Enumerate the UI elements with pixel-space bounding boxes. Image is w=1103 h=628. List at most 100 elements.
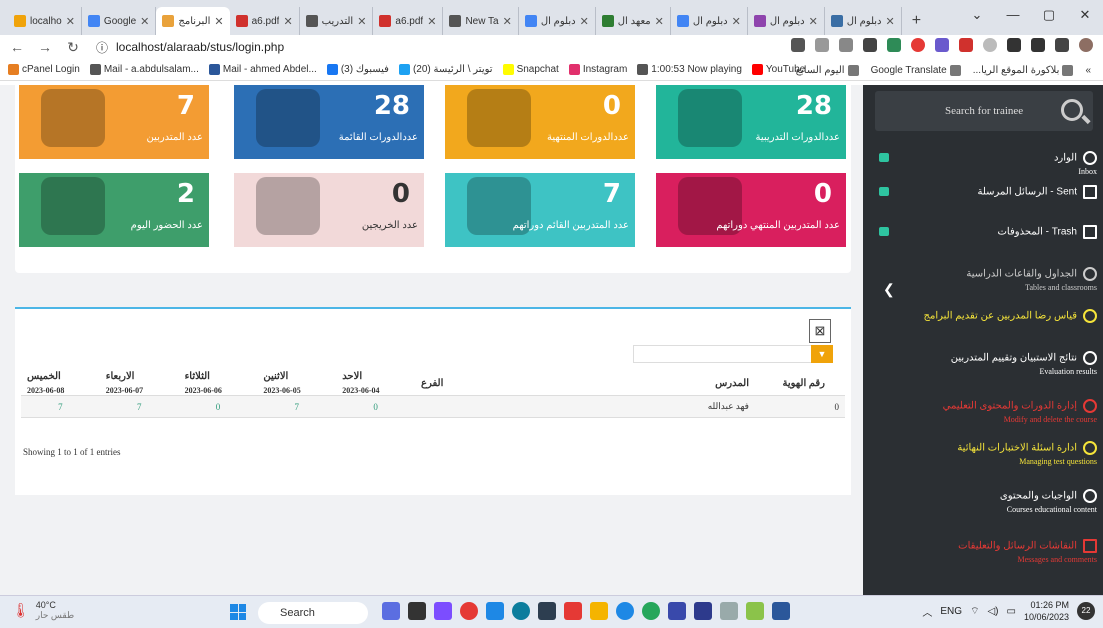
battery-icon[interactable]: ▭	[1007, 606, 1016, 617]
back-icon[interactable]: ←	[8, 39, 26, 55]
tab[interactable]: a6.pdf ✕	[230, 7, 300, 35]
record-icon[interactable]	[911, 38, 925, 52]
sidebar-item[interactable]: النقاشات الرسائل والتعليقات Messages and …	[877, 539, 1097, 566]
pdf-icon[interactable]	[959, 38, 973, 52]
column-header[interactable]: الفرع	[415, 371, 685, 396]
column-header[interactable]: الثلاثاء 2023-06-06	[178, 371, 258, 396]
app-icon[interactable]	[564, 602, 582, 620]
bookmark[interactable]: Snapchat	[502, 64, 559, 75]
url-field[interactable]: ⓘ localhost/alaraab/stus/login.php	[96, 39, 284, 56]
bookmark[interactable]: اليوم السابع	[796, 64, 859, 76]
notepad-icon[interactable]	[668, 602, 686, 620]
bookmark[interactable]: Google Translate	[871, 64, 961, 76]
close-icon[interactable]: ✕	[732, 15, 741, 28]
sidebar-item[interactable]: Sent - الرسائل المرسلة	[877, 185, 1097, 199]
photoshop-icon[interactable]	[694, 602, 712, 620]
close-icon[interactable]: ✕	[283, 15, 292, 28]
bookmark[interactable]: Mail - ahmed Abdel...	[208, 64, 317, 75]
bookmark[interactable]: (20) تويتر \ الرئيسة	[398, 64, 493, 75]
tab[interactable]: localho ✕	[8, 7, 82, 35]
reload-icon[interactable]: ↻	[64, 39, 82, 56]
whatsapp-icon[interactable]	[642, 602, 660, 620]
sidebar-item[interactable]: قياس رضا المدربين عن تقديم البرامج	[877, 309, 1097, 323]
function-icon[interactable]	[1007, 38, 1021, 52]
tab[interactable]: a6.pdf ✕	[373, 7, 444, 35]
close-icon[interactable]: ✕	[655, 15, 664, 28]
close-icon[interactable]: ✕	[66, 15, 75, 28]
column-header[interactable]: الاربعاء 2023-06-07	[99, 371, 179, 396]
app-icon[interactable]	[434, 602, 452, 620]
extension-icon[interactable]	[863, 38, 877, 52]
circle-icon[interactable]	[983, 38, 997, 52]
tab[interactable]: دبلوم ال ✕	[671, 7, 748, 35]
close-icon[interactable]: ✕	[427, 15, 436, 28]
column-header[interactable]: المدرس	[685, 371, 755, 396]
app-icon[interactable]	[746, 602, 764, 620]
search-icon[interactable]	[1061, 99, 1083, 121]
bookmark[interactable]: Mail - a.abdulsalam...	[89, 64, 199, 75]
notification-badge[interactable]: 22	[1077, 602, 1095, 620]
bookmark[interactable]: Instagram	[568, 64, 627, 75]
filter-icon[interactable]: ▼	[811, 345, 833, 363]
close-icon[interactable]: ✕	[214, 15, 223, 28]
close-icon[interactable]: ✕	[357, 15, 366, 28]
taskbar-search[interactable]: Search	[258, 602, 368, 624]
column-header[interactable]: رقم الهوية	[755, 371, 845, 396]
chevron-up-icon[interactable]: ︿	[922, 604, 932, 619]
filter-input[interactable]: ▼	[633, 345, 833, 363]
sidebar-item[interactable]: الجداول والقاعات الدراسية Tables and clas…	[877, 267, 1097, 294]
chrome-icon[interactable]	[460, 602, 478, 620]
language-indicator[interactable]: ENG	[940, 606, 962, 617]
bookmark[interactable]: بلاكورة الموقع الريا...	[973, 64, 1074, 76]
telegram-icon[interactable]	[616, 602, 634, 620]
sidebar-item[interactable]: الوارد Inbox	[877, 151, 1097, 178]
windows-start-icon[interactable]	[230, 604, 246, 620]
tab[interactable]: البرنامج ✕	[156, 7, 230, 35]
tab[interactable]: دبلوم ال ✕	[519, 7, 596, 35]
close-icon[interactable]: ✕	[809, 15, 818, 28]
tab[interactable]: دبلوم ال ✕	[748, 7, 825, 35]
folder-icon[interactable]	[590, 602, 608, 620]
bookmark[interactable]: (3) فيسبوك	[326, 64, 389, 75]
sidebar-item[interactable]: نتائج الاستبيان وتقييم المتدربين Evaluati…	[877, 351, 1097, 378]
close-window-button[interactable]: ✕	[1067, 0, 1103, 30]
column-header[interactable]: الاحد 2023-06-04	[336, 371, 415, 396]
bookmarks-more[interactable]: »	[1085, 65, 1091, 76]
avatar[interactable]	[1079, 38, 1093, 52]
maximize-button[interactable]: ▢	[1031, 0, 1067, 30]
excel-export-icon[interactable]: ⊠	[809, 319, 831, 343]
color-icon[interactable]	[935, 38, 949, 52]
tab-search-icon[interactable]: ⌄	[959, 0, 995, 30]
app-icon[interactable]	[408, 602, 426, 620]
column-header[interactable]: الخميس 2023-06-08	[21, 371, 100, 396]
app-icon[interactable]	[382, 602, 400, 620]
sidebar-item[interactable]: Trash - المحذوفات	[877, 225, 1097, 239]
app-icon[interactable]	[538, 602, 556, 620]
puzzle-icon[interactable]	[1031, 38, 1045, 52]
close-icon[interactable]: ✕	[503, 15, 512, 28]
tab[interactable]: دبلوم ال ✕	[825, 7, 902, 35]
sidebar-item[interactable]: الواجبات والمحتوى Courses educational con…	[877, 489, 1097, 516]
close-icon[interactable]: ✕	[140, 15, 149, 28]
bookmark[interactable]: 1:00:53 Now playing	[637, 64, 742, 75]
word-icon[interactable]	[772, 602, 790, 620]
column-header[interactable]: الاثنين 2023-06-05	[257, 371, 337, 396]
tab[interactable]: Google ✕	[82, 7, 157, 35]
share-icon[interactable]	[815, 38, 829, 52]
app-icon[interactable]	[720, 602, 738, 620]
sidebar-item[interactable]: ادارة اسئلة الاختبارات النهائية Managing …	[877, 441, 1097, 468]
sidepanel-icon[interactable]	[1055, 38, 1069, 52]
shield-icon[interactable]	[887, 38, 901, 52]
volume-icon[interactable]: ◁)	[987, 606, 998, 617]
star-icon[interactable]	[839, 38, 853, 52]
trainee-search[interactable]: Search for trainee	[875, 91, 1093, 131]
clock[interactable]: 01:26 PM 10/06/2023	[1024, 599, 1069, 623]
tab[interactable]: معهد ال ✕	[596, 7, 671, 35]
tab[interactable]: New Ta ✕	[443, 7, 519, 35]
wifi-icon[interactable]: ⌔	[970, 605, 979, 618]
close-icon[interactable]: ✕	[580, 15, 589, 28]
minimize-button[interactable]: —	[995, 0, 1031, 30]
new-tab-button[interactable]: +	[902, 7, 931, 35]
key-icon[interactable]	[791, 38, 805, 52]
sidebar-item[interactable]: إدارة الدورات والمحتوى التعليمي Modify an…	[877, 399, 1097, 426]
